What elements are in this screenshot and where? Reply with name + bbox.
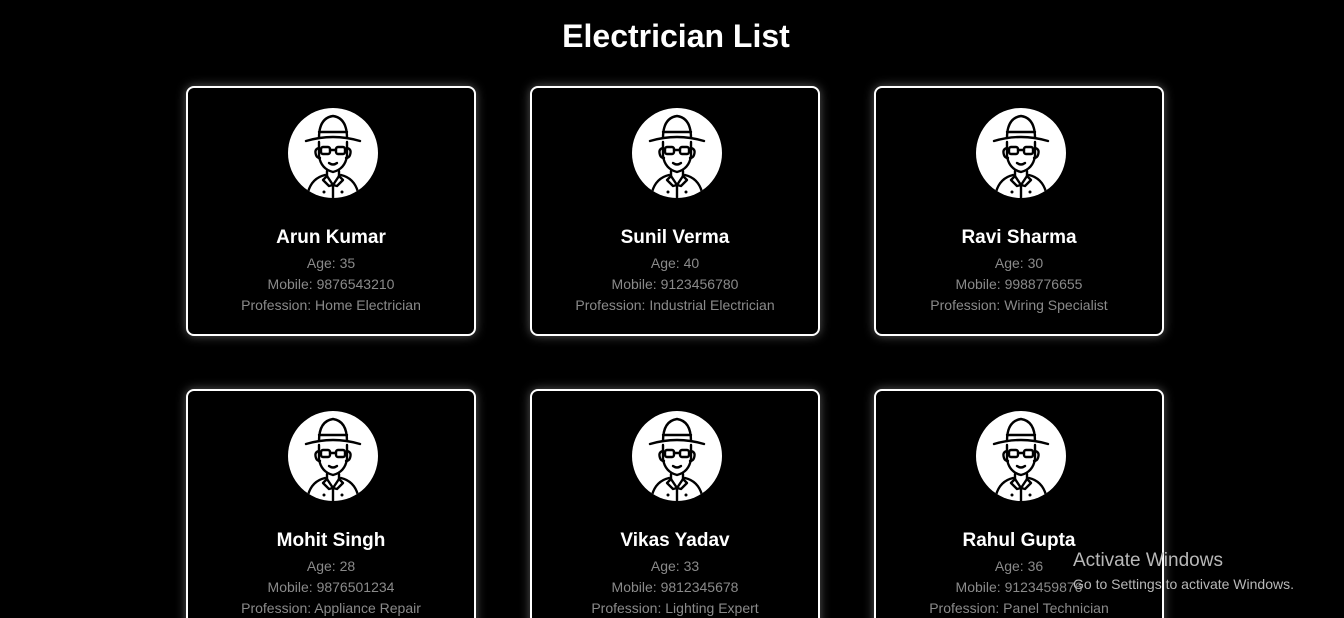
electrician-mobile-value: 9123459876: [1004, 579, 1083, 595]
electrician-age-value: 28: [339, 558, 356, 574]
electrician-avatar-icon: [976, 411, 1066, 501]
electrician-card: Vikas Yadav Age: 33 Mobile: 9812345678 Prof…: [530, 389, 820, 618]
electrician-mobile: Mobile: 9988776655: [876, 275, 1162, 293]
electrician-age: Age: 40: [532, 254, 818, 272]
electrician-age: Age: 28: [188, 557, 474, 575]
electrician-age-value: 33: [683, 558, 700, 574]
electrician-age-label: Age:: [994, 558, 1028, 574]
electrician-mobile-value: 9876543210: [316, 276, 395, 292]
electrician-age-value: 40: [683, 255, 700, 271]
electrician-name: Ravi Sharma: [961, 227, 1077, 248]
electrician-avatar-icon: [976, 108, 1066, 198]
electrician-profession: Profession: Industrial Electrician: [532, 296, 818, 314]
electrician-age: Age: 35: [188, 254, 474, 272]
electrician-age: Age: 36: [876, 557, 1162, 575]
electrician-profession-label: Profession:: [930, 297, 1005, 313]
electrician-mobile-value: 9876501234: [316, 579, 395, 595]
electrician-profession-value: Industrial Electrician: [649, 297, 775, 313]
electrician-card: Rahul Gupta Age: 36 Mobile: 9123459876 Prof…: [874, 389, 1164, 618]
electrician-profession: Profession: Lighting Expert: [532, 599, 818, 617]
electrician-name: Sunil Verma: [620, 227, 730, 248]
electrician-age: Age: 30: [876, 254, 1162, 272]
electrician-mobile-value: 9812345678: [660, 579, 739, 595]
electrician-profession-label: Profession:: [241, 600, 315, 616]
electrician-profession-value: Home Electrician: [315, 297, 421, 313]
electrician-mobile-label: Mobile:: [955, 579, 1005, 595]
electrician-card: Sunil Verma Age: 40 Mobile: 9123456780 Prof…: [530, 86, 820, 336]
electrician-mobile-value: 9123456780: [660, 276, 739, 292]
page: Electrician List Arun Kumar Age: 35 Mobi…: [0, 0, 1344, 618]
electrician-age-label: Age:: [650, 255, 684, 271]
electrician-avatar-icon: [288, 108, 378, 198]
electrician-profession-label: Profession:: [591, 600, 666, 616]
electrician-mobile: Mobile: 9876501234: [188, 578, 474, 596]
electrician-mobile-value: 9988776655: [1004, 276, 1083, 292]
electrician-mobile-label: Mobile:: [267, 276, 317, 292]
electrician-profession: Profession: Wiring Specialist: [876, 296, 1162, 314]
electrician-profession: Profession: Appliance Repair: [188, 599, 474, 617]
electrician-profession-label: Profession:: [241, 297, 316, 313]
electrician-mobile-label: Mobile:: [611, 579, 661, 595]
electrician-avatar-icon: [632, 108, 722, 198]
electrician-age-value: 36: [1027, 558, 1044, 574]
electrician-age-label: Age:: [650, 558, 684, 574]
electrician-profession-label: Profession:: [575, 297, 650, 313]
electrician-name: Mohit Singh: [276, 530, 386, 551]
electrician-mobile: Mobile: 9123459876: [876, 578, 1162, 596]
electrician-age-value: 30: [1027, 255, 1044, 271]
electrician-mobile: Mobile: 9812345678: [532, 578, 818, 596]
electrician-age-label: Age:: [994, 255, 1028, 271]
electrician-age-label: Age:: [306, 558, 340, 574]
electrician-age-label: Age:: [306, 255, 340, 271]
electrician-profession-label: Profession:: [929, 600, 1004, 616]
electrician-mobile-label: Mobile:: [267, 579, 317, 595]
electrician-mobile-label: Mobile:: [611, 276, 661, 292]
electrician-name: Rahul Gupta: [962, 530, 1076, 551]
electrician-profession-value: Appliance Repair: [314, 600, 421, 616]
electrician-card: Mohit Singh Age: 28 Mobile: 9876501234 Prof…: [186, 389, 476, 618]
electrician-age: Age: 33: [532, 557, 818, 575]
page-title: Electrician List: [562, 18, 790, 54]
electrician-card: Arun Kumar Age: 35 Mobile: 9876543210 Profe…: [186, 86, 476, 336]
electrician-avatar-icon: [632, 411, 722, 501]
electrician-profession-value: Lighting Expert: [665, 600, 759, 616]
electrician-mobile: Mobile: 9876543210: [188, 275, 474, 293]
electrician-profession-value: Panel Technician: [1003, 600, 1109, 616]
electrician-profession: Profession: Home Electrician: [188, 296, 474, 314]
electrician-profession: Profession: Panel Technician: [876, 599, 1162, 617]
electrician-name: Vikas Yadav: [620, 530, 730, 551]
electrician-profession-value: Wiring Specialist: [1004, 297, 1108, 313]
electrician-mobile: Mobile: 9123456780: [532, 275, 818, 293]
electrician-mobile-label: Mobile:: [955, 276, 1005, 292]
electrician-name: Arun Kumar: [276, 227, 386, 248]
electrician-age-value: 35: [339, 255, 356, 271]
electrician-card: Ravi Sharma Age: 30 Mobile: 9988776655 Prof…: [874, 86, 1164, 336]
electrician-avatar-icon: [288, 411, 378, 501]
